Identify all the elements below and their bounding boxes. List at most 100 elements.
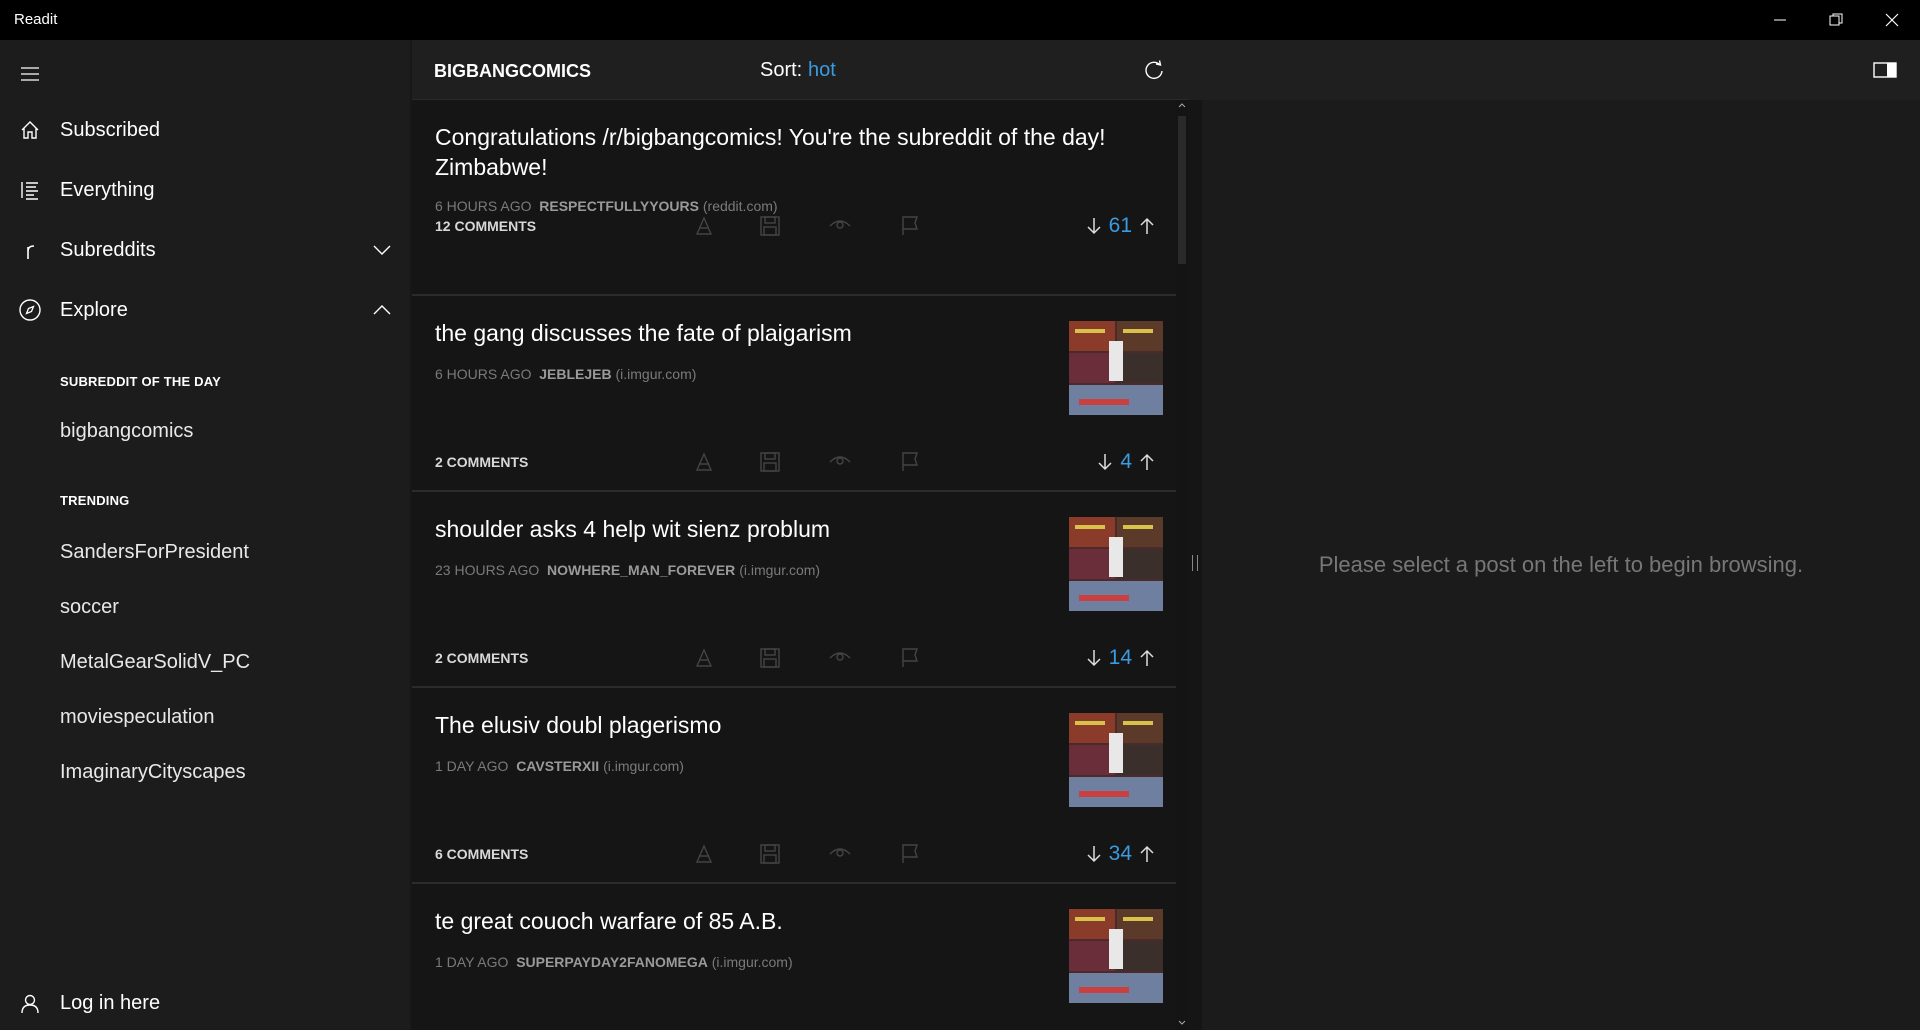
post-item[interactable]: Congratulations /r/bigbangcomics! You're… bbox=[412, 100, 1176, 296]
post-title[interactable]: shoulder asks 4 help wit sienz problum bbox=[435, 514, 1115, 544]
comments-link[interactable]: 2 COMMENTS bbox=[435, 454, 528, 470]
scroll-down-icon bbox=[1178, 1020, 1186, 1025]
login-button[interactable]: Log in here bbox=[0, 980, 410, 1028]
hide-icon[interactable] bbox=[828, 450, 852, 474]
post-actions bbox=[692, 214, 932, 238]
upvote-icon[interactable] bbox=[1138, 844, 1156, 864]
post-title[interactable]: the gang discusses the fate of plaigaris… bbox=[435, 318, 1115, 348]
post-list-scrollbar[interactable] bbox=[1176, 100, 1188, 1030]
post-age: 23 HOURS AGO bbox=[435, 562, 540, 578]
minimize-button[interactable] bbox=[1752, 0, 1808, 40]
post-score: 4 bbox=[1120, 450, 1132, 473]
comments-link[interactable]: 12 COMMENTS bbox=[435, 218, 536, 234]
post-author[interactable]: NOWHERE_MAN_FOREVER bbox=[547, 562, 735, 578]
save-icon[interactable] bbox=[758, 214, 782, 238]
close-button[interactable] bbox=[1864, 0, 1920, 40]
vote-control: 61 bbox=[1085, 212, 1156, 240]
share-icon[interactable] bbox=[692, 646, 716, 670]
comments-link[interactable]: 2 COMMENTS bbox=[435, 650, 528, 666]
pane-splitter[interactable] bbox=[1188, 100, 1202, 1030]
post-domain: (i.imgur.com) bbox=[739, 562, 821, 578]
report-flag-icon[interactable] bbox=[898, 450, 922, 474]
post-item[interactable]: shoulder asks 4 help wit sienz problum 23… bbox=[412, 492, 1176, 688]
hide-icon[interactable] bbox=[828, 214, 852, 238]
post-item[interactable]: The elusiv doubl plagerismo 1 DAY AGO CAV… bbox=[412, 688, 1176, 884]
trending-item[interactable]: SandersForPresident bbox=[60, 541, 249, 564]
share-icon[interactable] bbox=[692, 842, 716, 866]
nav-item-everything[interactable]: Everything bbox=[0, 164, 410, 216]
post-title[interactable]: te great couoch warfare of 85 A.B. bbox=[435, 906, 1115, 936]
upvote-icon[interactable] bbox=[1138, 216, 1156, 236]
post-item[interactable]: the gang discusses the fate of plaigaris… bbox=[412, 296, 1176, 492]
chevron-down-icon[interactable] bbox=[370, 238, 394, 262]
downvote-icon[interactable] bbox=[1085, 216, 1103, 236]
post-age: 6 HOURS AGO bbox=[435, 366, 532, 382]
save-icon[interactable] bbox=[758, 646, 782, 670]
report-flag-icon[interactable] bbox=[898, 214, 922, 238]
save-icon[interactable] bbox=[758, 450, 782, 474]
vote-control: 14 bbox=[1085, 644, 1156, 672]
sotd-item[interactable]: bigbangcomics bbox=[60, 420, 193, 443]
nav-item-subscribed[interactable]: Subscribed bbox=[0, 104, 410, 156]
post-actions bbox=[692, 646, 932, 670]
post-author[interactable]: JEBLEJEB bbox=[539, 366, 611, 382]
splitter-grip[interactable] bbox=[1192, 555, 1198, 571]
comments-link[interactable]: 6 COMMENTS bbox=[435, 846, 528, 862]
trending-item[interactable]: soccer bbox=[60, 596, 119, 619]
post-actions bbox=[692, 450, 932, 474]
hamburger-icon bbox=[21, 67, 39, 81]
downvote-icon[interactable] bbox=[1085, 844, 1103, 864]
panel-toggle-icon[interactable] bbox=[1872, 58, 1898, 82]
post-thumbnail[interactable] bbox=[1069, 517, 1163, 611]
post-meta: 6 HOURS AGO RESPECTFULLYYOURS (reddit.co… bbox=[435, 198, 778, 214]
post-domain: (i.imgur.com) bbox=[711, 954, 793, 970]
sort-dropdown[interactable]: hot bbox=[808, 59, 836, 82]
trending-item[interactable]: moviespeculation bbox=[60, 706, 215, 729]
login-label: Log in here bbox=[60, 992, 161, 1014]
scroll-up-icon bbox=[1178, 103, 1186, 108]
list-header: BIGBANGCOMICS Sort: hot bbox=[412, 40, 1188, 100]
upvote-icon[interactable] bbox=[1138, 648, 1156, 668]
post-thumbnail[interactable] bbox=[1069, 909, 1163, 1003]
downvote-icon[interactable] bbox=[1085, 648, 1103, 668]
scroll-thumb[interactable] bbox=[1178, 116, 1186, 264]
share-icon[interactable] bbox=[692, 214, 716, 238]
app-title: Readit bbox=[14, 11, 58, 28]
post-author[interactable]: SUPERPAYDAY2FANOMEGA bbox=[516, 954, 708, 970]
post-score: 14 bbox=[1108, 646, 1132, 669]
trending-item[interactable]: ImaginaryCityscapes bbox=[60, 761, 246, 784]
post-actions bbox=[692, 842, 932, 866]
refresh-icon[interactable] bbox=[1142, 58, 1166, 82]
post-item[interactable]: te great couoch warfare of 85 A.B. 1 DAY … bbox=[412, 884, 1176, 1030]
save-icon[interactable] bbox=[758, 842, 782, 866]
post-list: Congratulations /r/bigbangcomics! You're… bbox=[412, 100, 1176, 1030]
hamburger-menu-button[interactable] bbox=[18, 62, 42, 86]
report-flag-icon[interactable] bbox=[898, 842, 922, 866]
list-icon bbox=[18, 178, 42, 202]
post-author[interactable]: CAVSTERXII bbox=[516, 758, 599, 774]
report-flag-icon[interactable] bbox=[898, 646, 922, 670]
share-icon[interactable] bbox=[692, 450, 716, 474]
post-title[interactable]: The elusiv doubl plagerismo bbox=[435, 710, 1115, 740]
downvote-icon[interactable] bbox=[1096, 452, 1114, 472]
sidebar: Subscribed Everything Subreddits Explore… bbox=[0, 40, 410, 1030]
post-age: 1 DAY AGO bbox=[435, 758, 509, 774]
compass-icon bbox=[18, 298, 42, 322]
chevron-up-icon[interactable] bbox=[370, 298, 394, 322]
hide-icon[interactable] bbox=[828, 646, 852, 670]
post-meta: 1 DAY AGO CAVSTERXII (i.imgur.com) bbox=[435, 758, 684, 774]
nav-item-explore[interactable]: Explore bbox=[0, 284, 410, 336]
hide-icon[interactable] bbox=[828, 842, 852, 866]
post-author[interactable]: RESPECTFULLYYOURS bbox=[539, 198, 699, 214]
post-thumbnail[interactable] bbox=[1069, 321, 1163, 415]
post-age: 6 HOURS AGO bbox=[435, 198, 532, 214]
post-title[interactable]: Congratulations /r/bigbangcomics! You're… bbox=[435, 122, 1115, 182]
post-domain: (reddit.com) bbox=[702, 198, 778, 214]
restore-button[interactable] bbox=[1808, 0, 1864, 40]
trending-item[interactable]: MetalGearSolidV_PC bbox=[60, 651, 250, 674]
upvote-icon[interactable] bbox=[1138, 452, 1156, 472]
nav-item-subreddits[interactable]: Subreddits bbox=[0, 224, 410, 276]
post-thumbnail[interactable] bbox=[1069, 713, 1163, 807]
user-icon bbox=[21, 994, 39, 1014]
post-meta: 1 DAY AGO SUPERPAYDAY2FANOMEGA (i.imgur.… bbox=[435, 954, 793, 970]
